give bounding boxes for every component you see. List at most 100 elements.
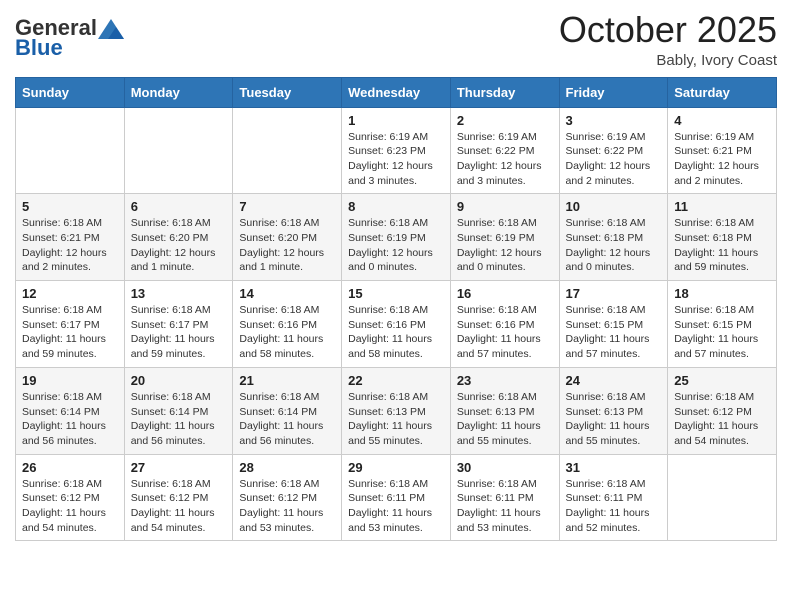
day-number: 1 xyxy=(348,113,444,128)
calendar-cell: 5Sunrise: 6:18 AM Sunset: 6:21 PM Daylig… xyxy=(16,194,125,281)
day-number: 30 xyxy=(457,460,553,475)
day-info: Sunrise: 6:18 AM Sunset: 6:12 PM Dayligh… xyxy=(22,477,118,536)
calendar-cell: 28 Sunrise: 6:18 AM Sunset: 6:12 PM Dayli… xyxy=(233,454,342,541)
day-info: Sunrise: 6:18 AM Sunset: 6:18 PM Dayligh… xyxy=(674,216,770,275)
logo-icon xyxy=(98,19,124,39)
day-number: 11 xyxy=(674,199,770,214)
day-info: Sunrise: 6:19 AM Sunset: 6:23 PM Dayligh… xyxy=(348,130,444,189)
day-info: Sunrise: 6:18 AM Sunset: 6:15 PM Dayligh… xyxy=(674,303,770,362)
header: General Blue October 2025 Bably, Ivory C… xyxy=(15,10,777,69)
day-info: Sunrise: 6:18 AM Sunset: 6:17 PM Dayligh… xyxy=(22,303,118,362)
day-number: 31 xyxy=(566,460,662,475)
day-number: 12 xyxy=(22,286,118,301)
calendar-cell: 7Sunrise: 6:18 AM Sunset: 6:20 PM Daylig… xyxy=(233,194,342,281)
calendar-cell: 6 Sunrise: 6:18 AM Sunset: 6:20 PM Daylig… xyxy=(124,194,233,281)
day-of-week-header: Tuesday xyxy=(233,77,342,107)
calendar-cell: 4 Sunrise: 6:19 AM Sunset: 6:21 PM Daylig… xyxy=(668,107,777,194)
day-number: 19 xyxy=(22,373,118,388)
day-number: 16 xyxy=(457,286,553,301)
calendar-cell: 1 Sunrise: 6:19 AM Sunset: 6:23 PM Daylig… xyxy=(342,107,451,194)
day-info: Sunrise: 6:18 AM Sunset: 6:19 PM Dayligh… xyxy=(348,216,444,275)
calendar-cell: 14 Sunrise: 6:18 AM Sunset: 6:16 PM Dayli… xyxy=(233,281,342,368)
calendar-cell: 3 Sunrise: 6:19 AM Sunset: 6:22 PM Daylig… xyxy=(559,107,668,194)
day-info: Sunrise: 6:18 AM Sunset: 6:12 PM Dayligh… xyxy=(131,477,227,536)
calendar-cell: 27 Sunrise: 6:18 AM Sunset: 6:12 PM Dayli… xyxy=(124,454,233,541)
day-info: Sunrise: 6:19 AM Sunset: 6:22 PM Dayligh… xyxy=(566,130,662,189)
day-number: 27 xyxy=(131,460,227,475)
day-number: 24 xyxy=(566,373,662,388)
calendar-week-row: 19 Sunrise: 6:18 AM Sunset: 6:14 PM Dayli… xyxy=(16,367,777,454)
calendar-week-row: 1 Sunrise: 6:19 AM Sunset: 6:23 PM Daylig… xyxy=(16,107,777,194)
calendar-cell: 20Sunrise: 6:18 AM Sunset: 6:14 PM Dayli… xyxy=(124,367,233,454)
day-info: Sunrise: 6:18 AM Sunset: 6:14 PM Dayligh… xyxy=(131,390,227,449)
calendar-cell: 26 Sunrise: 6:18 AM Sunset: 6:12 PM Dayli… xyxy=(16,454,125,541)
calendar-cell: 22Sunrise: 6:18 AM Sunset: 6:13 PM Dayli… xyxy=(342,367,451,454)
day-info: Sunrise: 6:18 AM Sunset: 6:20 PM Dayligh… xyxy=(131,216,227,275)
logo-blue-text: Blue xyxy=(15,35,63,60)
calendar-cell xyxy=(668,454,777,541)
day-info: Sunrise: 6:18 AM Sunset: 6:11 PM Dayligh… xyxy=(457,477,553,536)
day-info: Sunrise: 6:18 AM Sunset: 6:14 PM Dayligh… xyxy=(22,390,118,449)
calendar-cell: 17Sunrise: 6:18 AM Sunset: 6:15 PM Dayli… xyxy=(559,281,668,368)
day-number: 21 xyxy=(239,373,335,388)
calendar-cell: 15 Sunrise: 6:18 AM Sunset: 6:16 PM Dayli… xyxy=(342,281,451,368)
month-title: October 2025 xyxy=(559,10,777,50)
calendar-cell xyxy=(124,107,233,194)
calendar-cell xyxy=(233,107,342,194)
calendar-cell: 16 Sunrise: 6:18 AM Sunset: 6:16 PM Dayli… xyxy=(450,281,559,368)
calendar-cell: 11 Sunrise: 6:18 AM Sunset: 6:18 PM Dayli… xyxy=(668,194,777,281)
calendar-cell: 25 Sunrise: 6:18 AM Sunset: 6:12 PM Dayli… xyxy=(668,367,777,454)
day-info: Sunrise: 6:18 AM Sunset: 6:12 PM Dayligh… xyxy=(674,390,770,449)
calendar-cell: 19 Sunrise: 6:18 AM Sunset: 6:14 PM Dayli… xyxy=(16,367,125,454)
calendar-cell: 18 Sunrise: 6:18 AM Sunset: 6:15 PM Dayli… xyxy=(668,281,777,368)
calendar-cell xyxy=(16,107,125,194)
day-info: Sunrise: 6:18 AM Sunset: 6:14 PM Dayligh… xyxy=(239,390,335,449)
calendar-header-row: SundayMondayTuesdayWednesdayThursdayFrid… xyxy=(16,77,777,107)
day-info: Sunrise: 6:18 AM Sunset: 6:13 PM Dayligh… xyxy=(457,390,553,449)
day-info: Sunrise: 6:18 AM Sunset: 6:16 PM Dayligh… xyxy=(348,303,444,362)
calendar-cell: 9Sunrise: 6:18 AM Sunset: 6:19 PM Daylig… xyxy=(450,194,559,281)
day-info: Sunrise: 6:18 AM Sunset: 6:12 PM Dayligh… xyxy=(239,477,335,536)
day-number: 15 xyxy=(348,286,444,301)
day-info: Sunrise: 6:19 AM Sunset: 6:21 PM Dayligh… xyxy=(674,130,770,189)
day-number: 26 xyxy=(22,460,118,475)
location: Bably, Ivory Coast xyxy=(559,52,777,69)
logo: General Blue xyxy=(15,16,125,60)
calendar-cell: 24 Sunrise: 6:18 AM Sunset: 6:13 PM Dayli… xyxy=(559,367,668,454)
day-number: 25 xyxy=(674,373,770,388)
day-number: 10 xyxy=(566,199,662,214)
calendar-cell: 13Sunrise: 6:18 AM Sunset: 6:17 PM Dayli… xyxy=(124,281,233,368)
day-info: Sunrise: 6:18 AM Sunset: 6:20 PM Dayligh… xyxy=(239,216,335,275)
calendar-cell: 12 Sunrise: 6:18 AM Sunset: 6:17 PM Dayli… xyxy=(16,281,125,368)
day-number: 14 xyxy=(239,286,335,301)
calendar-week-row: 5Sunrise: 6:18 AM Sunset: 6:21 PM Daylig… xyxy=(16,194,777,281)
day-number: 18 xyxy=(674,286,770,301)
day-info: Sunrise: 6:18 AM Sunset: 6:16 PM Dayligh… xyxy=(457,303,553,362)
day-of-week-header: Sunday xyxy=(16,77,125,107)
calendar-cell: 8 Sunrise: 6:18 AM Sunset: 6:19 PM Daylig… xyxy=(342,194,451,281)
calendar-cell: 2Sunrise: 6:19 AM Sunset: 6:22 PM Daylig… xyxy=(450,107,559,194)
calendar-cell: 23 Sunrise: 6:18 AM Sunset: 6:13 PM Dayli… xyxy=(450,367,559,454)
calendar-cell: 31 Sunrise: 6:18 AM Sunset: 6:11 PM Dayli… xyxy=(559,454,668,541)
day-number: 23 xyxy=(457,373,553,388)
day-number: 3 xyxy=(566,113,662,128)
title-area: October 2025 Bably, Ivory Coast xyxy=(559,10,777,69)
day-info: Sunrise: 6:18 AM Sunset: 6:19 PM Dayligh… xyxy=(457,216,553,275)
calendar-cell: 30 Sunrise: 6:18 AM Sunset: 6:11 PM Dayli… xyxy=(450,454,559,541)
day-number: 6 xyxy=(131,199,227,214)
day-number: 29 xyxy=(348,460,444,475)
day-of-week-header: Saturday xyxy=(668,77,777,107)
day-info: Sunrise: 6:18 AM Sunset: 6:11 PM Dayligh… xyxy=(566,477,662,536)
calendar-cell: 10Sunrise: 6:18 AM Sunset: 6:18 PM Dayli… xyxy=(559,194,668,281)
day-of-week-header: Wednesday xyxy=(342,77,451,107)
calendar-cell: 21 Sunrise: 6:18 AM Sunset: 6:14 PM Dayli… xyxy=(233,367,342,454)
calendar-week-row: 26 Sunrise: 6:18 AM Sunset: 6:12 PM Dayli… xyxy=(16,454,777,541)
calendar-cell: 29Sunrise: 6:18 AM Sunset: 6:11 PM Dayli… xyxy=(342,454,451,541)
calendar: SundayMondayTuesdayWednesdayThursdayFrid… xyxy=(15,77,777,542)
day-info: Sunrise: 6:18 AM Sunset: 6:13 PM Dayligh… xyxy=(566,390,662,449)
day-number: 4 xyxy=(674,113,770,128)
day-number: 8 xyxy=(348,199,444,214)
day-number: 28 xyxy=(239,460,335,475)
day-info: Sunrise: 6:18 AM Sunset: 6:15 PM Dayligh… xyxy=(566,303,662,362)
day-info: Sunrise: 6:18 AM Sunset: 6:16 PM Dayligh… xyxy=(239,303,335,362)
